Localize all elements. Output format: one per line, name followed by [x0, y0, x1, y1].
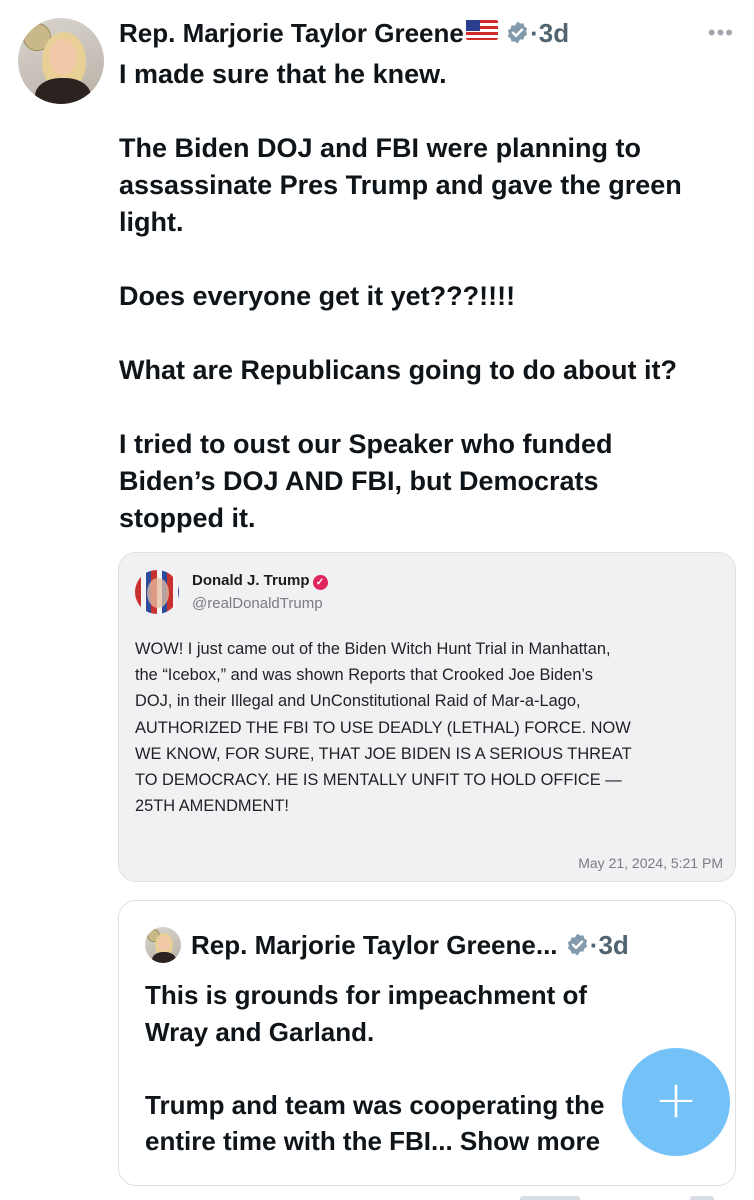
quoted-post-timestamp: May 21, 2024, 5:21 PM: [578, 855, 723, 871]
author-name[interactable]: Rep. Marjorie Taylor Greene: [119, 18, 464, 48]
author-name-row: Rep. Marjorie Taylor Greene ·3d: [119, 16, 569, 53]
quoted-line: AUTHORIZED THE FBI TO USE DEADLY (LETHAL…: [135, 718, 631, 737]
compose-button[interactable]: +: [622, 1048, 730, 1156]
post-line: What are Republicans going to do about i…: [119, 355, 677, 385]
post-line: The Biden DOJ and FBI were planning to: [119, 133, 642, 163]
avatar-dress: [152, 952, 176, 963]
embedded-post-text: This is grounds for impeachment of Wray …: [145, 977, 705, 1160]
avatar-dress: [35, 78, 91, 104]
quoted-line: DOJ, in their Illegal and UnConstitution…: [135, 692, 581, 711]
tab-bar-indicator: [690, 1196, 714, 1200]
embedded-author-name: Rep. Marjorie Taylor Greene...: [191, 930, 558, 960]
post-text: I made sure that he knew. The Biden DOJ …: [119, 56, 739, 537]
bottom-tab-bar-edge: [0, 1190, 754, 1200]
post-line: assassinate Pres Trump and gave the gree…: [119, 170, 682, 200]
quoted-author-name: Donald J. Trump: [192, 572, 310, 589]
avatar-face: [49, 39, 77, 75]
post-line: I made sure that he knew.: [119, 59, 447, 89]
embedded-line: Wray and Garland.: [145, 1016, 375, 1047]
embedded-author-name-row: Rep. Marjorie Taylor Greene... ·3d: [191, 928, 629, 965]
more-dots-icon[interactable]: •••: [708, 20, 734, 46]
quoted-post-body: WOW! I just came out of the Biden Witch …: [135, 636, 725, 819]
embedded-author-avatar: [145, 927, 181, 963]
author-avatar[interactable]: [18, 18, 104, 104]
embedded-line: This is grounds for impeachment of: [145, 980, 588, 1010]
avatar-face: [158, 936, 170, 951]
quoted-author-handle: @realDonaldTrump: [192, 595, 323, 612]
post-line: light.: [119, 207, 184, 237]
verified-badge-icon[interactable]: [505, 19, 530, 53]
post-line: I tried to oust our Speaker who funded: [119, 429, 613, 459]
us-flag-icon: [465, 20, 498, 40]
quoted-line: TO DEMOCRACY. HE IS MENTALLY UNFIT TO HO…: [135, 771, 622, 790]
separator-dot: ·: [530, 18, 539, 48]
post-line: Does everyone get it yet???!!!!: [119, 281, 516, 311]
embedded-line: Trump and team was cooperating the: [145, 1089, 605, 1120]
quoted-line: WOW! I just came out of the Biden Witch …: [135, 640, 611, 658]
quoted-author-name-row: Donald J. Trump ✓: [192, 572, 328, 590]
plus-icon: +: [654, 1070, 698, 1130]
tab-bar-indicator: [520, 1196, 580, 1200]
embedded-post-time: 3d: [598, 930, 629, 960]
quoted-line: the “Icebox,” and was shown Reports that…: [135, 666, 593, 685]
quoted-line: WE KNOW, FOR SURE, THAT JOE BIDEN IS A S…: [135, 744, 632, 763]
post-time[interactable]: 3d: [539, 18, 569, 48]
quoted-post-card[interactable]: Donald J. Trump ✓ @realDonaldTrump WOW! I…: [118, 552, 736, 882]
embedded-line: entire time with the FBI... Show more: [145, 1126, 601, 1156]
quoted-line: 25TH AMENDMENT!: [135, 797, 289, 816]
post-line: stopped it.: [119, 503, 256, 533]
verified-check-icon: ✓: [312, 575, 328, 590]
verified-badge-icon: [565, 931, 590, 965]
post-line: Biden’s DOJ AND FBI, but Democrats: [119, 466, 599, 496]
quoted-author-avatar: [135, 570, 179, 614]
